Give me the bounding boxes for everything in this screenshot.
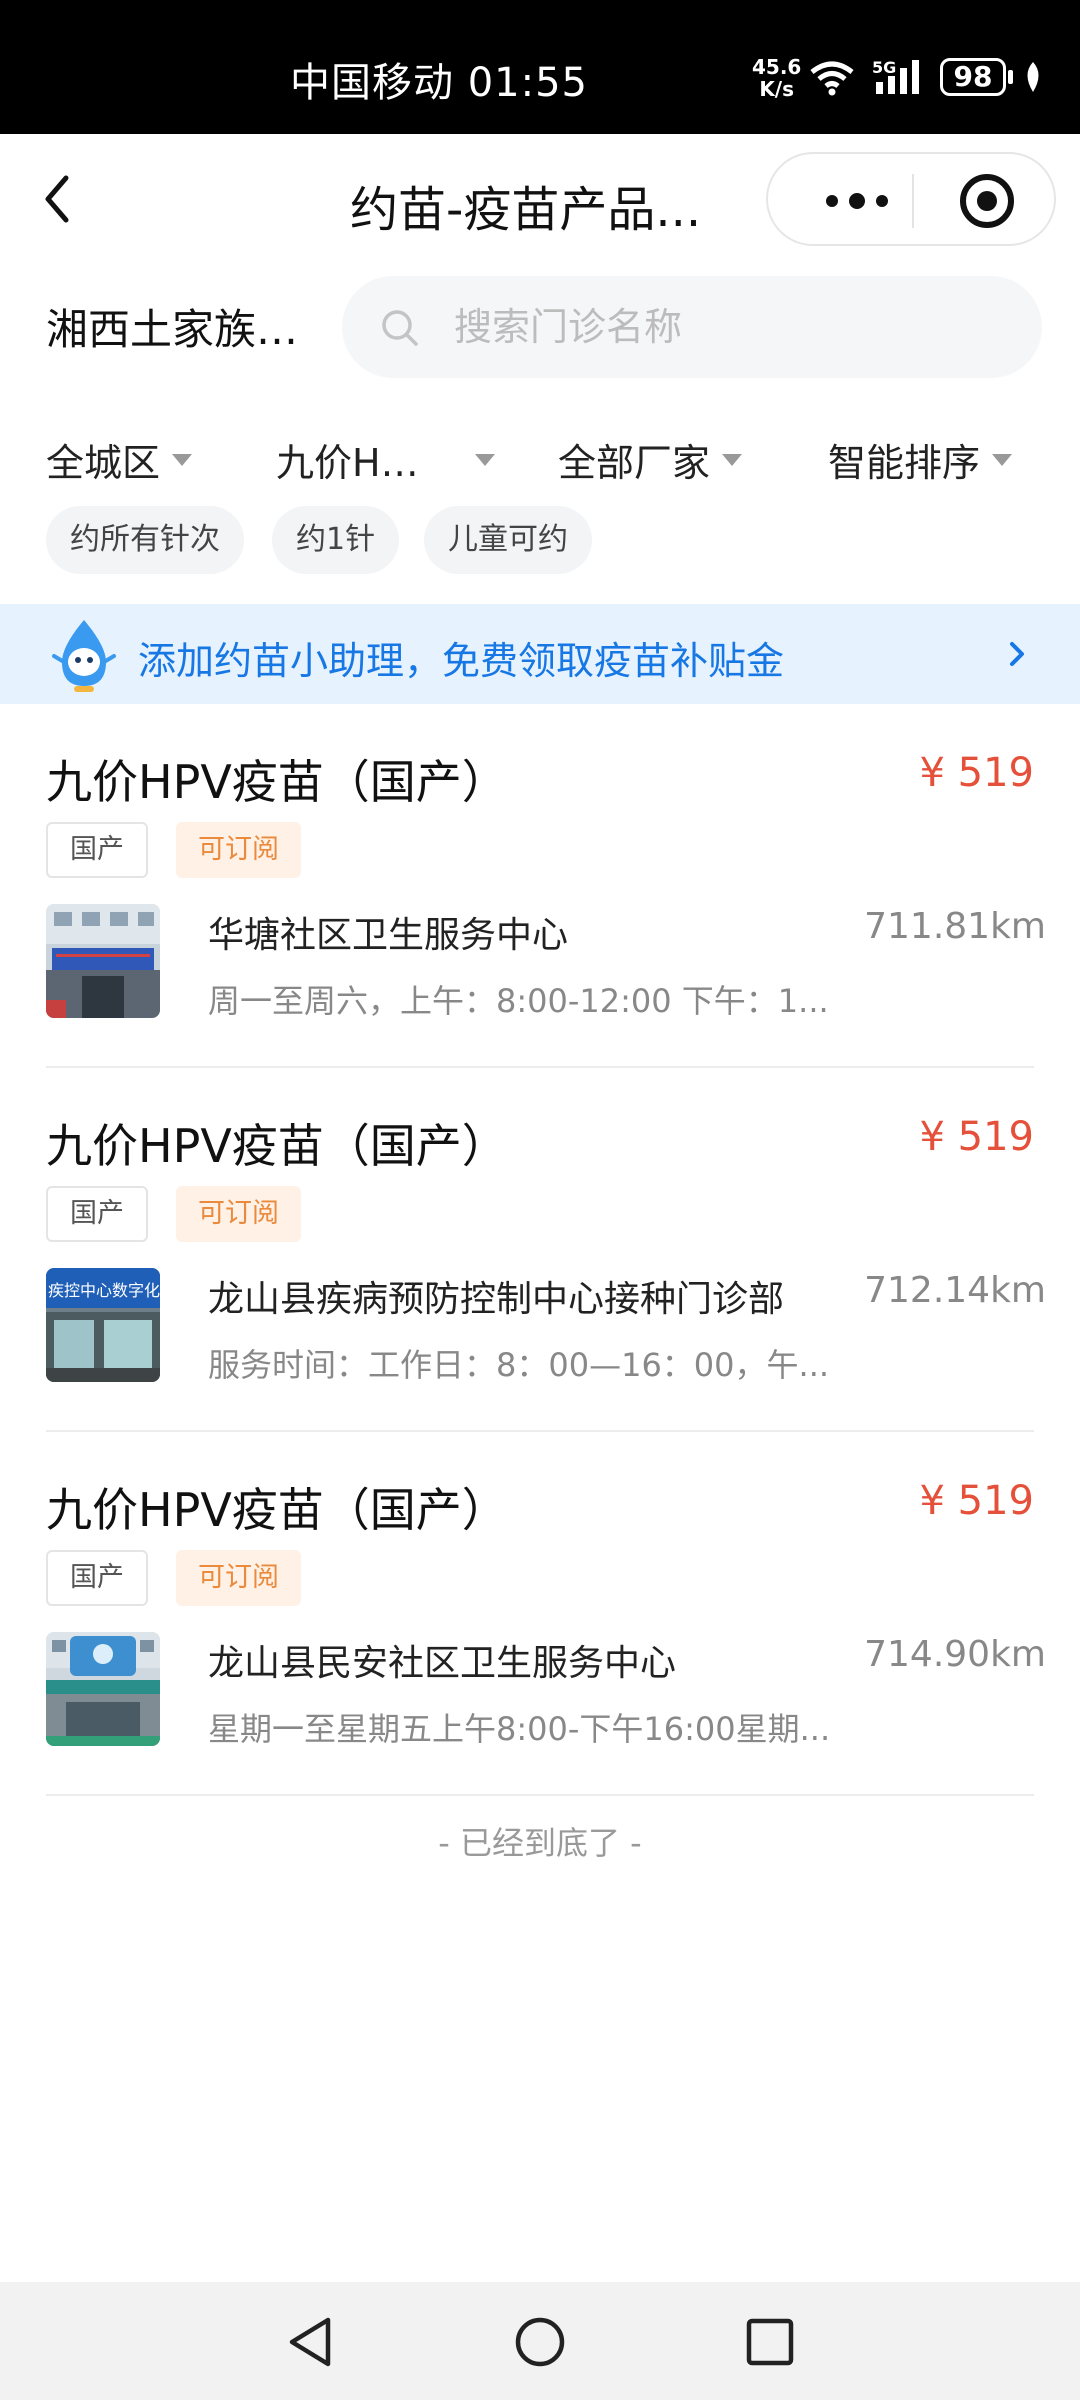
tag-subscribable: 可订阅	[176, 1186, 301, 1242]
filter-sort[interactable]: 智能排序	[828, 432, 1013, 487]
caret-down-icon	[992, 453, 1013, 466]
nav-back-icon[interactable]	[282, 2312, 338, 2372]
network-speed: 45.6 K/s	[752, 55, 802, 101]
search-icon	[382, 310, 418, 346]
search-bar[interactable]	[342, 276, 1042, 378]
carrier-time: 中国移动 01:55	[290, 60, 588, 106]
tag-domestic: 国产	[46, 1186, 148, 1242]
signal-icon	[876, 60, 919, 94]
capsule-separator	[912, 174, 914, 228]
clinic-hours: 服务时间：工作日：8：00—16：00，午...	[208, 1346, 830, 1384]
thumb-sign-text: 疾控中心数字化	[48, 1281, 160, 1300]
back-icon[interactable]	[36, 164, 96, 234]
clinic-thumbnail	[46, 1632, 160, 1746]
mascot-icon	[52, 620, 116, 692]
vaccine-price: ¥ 519	[919, 1478, 1034, 1524]
system-nav-bar	[0, 2282, 1080, 2400]
vaccine-list-item[interactable]: 九价HPV疫苗（国产） ¥ 519 国产 可订阅 华塘社区卫生服务中心 711.…	[0, 704, 1080, 1068]
filter-sort-label: 智能排序	[828, 441, 981, 485]
caret-down-icon	[722, 453, 743, 466]
filter-vaccine[interactable]: 九价H…	[276, 432, 495, 487]
clinic-name: 龙山县民安社区卫生服务中心	[208, 1643, 677, 1684]
tag-subscribable: 可订阅	[176, 822, 301, 878]
divider	[46, 1794, 1034, 1796]
filter-district-label: 全城区	[46, 441, 161, 485]
clinic-thumbnail: 疾控中心数字化	[46, 1268, 160, 1382]
nav-recents-icon[interactable]	[742, 2312, 798, 2372]
chip-children[interactable]: 儿童可约	[424, 506, 592, 574]
tag-domestic: 国产	[46, 1550, 148, 1606]
chevron-right-icon	[1010, 642, 1024, 666]
battery-indicator: 98	[940, 58, 1006, 96]
assistant-banner[interactable]: 添加约苗小助理，免费领取疫苗补贴金	[0, 604, 1080, 704]
leaf-icon	[1027, 62, 1039, 92]
tag-subscribable: 可订阅	[176, 1550, 301, 1606]
caret-down-icon	[474, 453, 495, 466]
battery-tip	[1008, 70, 1013, 84]
vaccine-name: 九价HPV疫苗（国产）	[46, 755, 508, 809]
clinic-hours: 星期一至星期五上午8:00-下午16:00星期...	[208, 1710, 831, 1748]
nav-home-icon[interactable]	[512, 2312, 568, 2372]
filter-vaccine-label: 九价H…	[276, 441, 419, 485]
clinic-thumbnail	[46, 904, 160, 1018]
nav-bar: 约苗-疫苗产品...	[0, 134, 1080, 264]
banner-text: 添加约苗小助理，免费领取疫苗补贴金	[138, 639, 785, 683]
filter-district[interactable]: 全城区	[46, 432, 193, 487]
chip-all-doses[interactable]: 约所有针次	[46, 506, 244, 574]
end-of-list-text: - 已经到底了 -	[438, 1824, 642, 1862]
caret-down-icon	[172, 453, 193, 466]
vaccine-name: 九价HPV疫苗（国产）	[46, 1483, 508, 1537]
search-input[interactable]	[454, 296, 1014, 358]
vaccine-price: ¥ 519	[919, 1114, 1034, 1160]
wifi-icon	[810, 61, 854, 96]
filter-manufacturer-label: 全部厂家	[558, 441, 711, 485]
clinic-name: 龙山县疾病预防控制中心接种门诊部	[208, 1279, 785, 1320]
clinic-distance: 712.14km	[864, 1270, 1046, 1311]
page-title: 约苗-疫苗产品...	[350, 182, 702, 238]
target-icon[interactable]	[958, 172, 1016, 230]
status-bar: 中国移动 01:55 45.6 K/s 5G 98	[0, 0, 1080, 134]
tag-domestic: 国产	[46, 822, 148, 878]
chip-one-dose[interactable]: 约1针	[272, 506, 400, 574]
filter-manufacturer[interactable]: 全部厂家	[558, 432, 743, 487]
clinic-hours: 周一至周六，上午：8:00-12:00 下午：1...	[208, 982, 829, 1020]
clinic-distance: 711.81km	[864, 906, 1046, 947]
vaccine-name: 九价HPV疫苗（国产）	[46, 1119, 508, 1173]
vaccine-list-item[interactable]: 九价HPV疫苗（国产） ¥ 519 国产 可订阅 龙山县民安社区卫生服务中心 7…	[0, 1432, 1080, 1796]
clinic-distance: 714.90km	[864, 1634, 1046, 1675]
clinic-name: 华塘社区卫生服务中心	[208, 915, 569, 956]
mini-program-capsule	[766, 152, 1056, 246]
vaccine-price: ¥ 519	[919, 750, 1034, 796]
location-selector[interactable]: 湘西土家族…	[46, 296, 298, 357]
vaccine-list-item[interactable]: 九价HPV疫苗（国产） ¥ 519 国产 可订阅 疾控中心数字化 龙山县疾病预防…	[0, 1068, 1080, 1432]
more-icon[interactable]	[812, 176, 902, 226]
